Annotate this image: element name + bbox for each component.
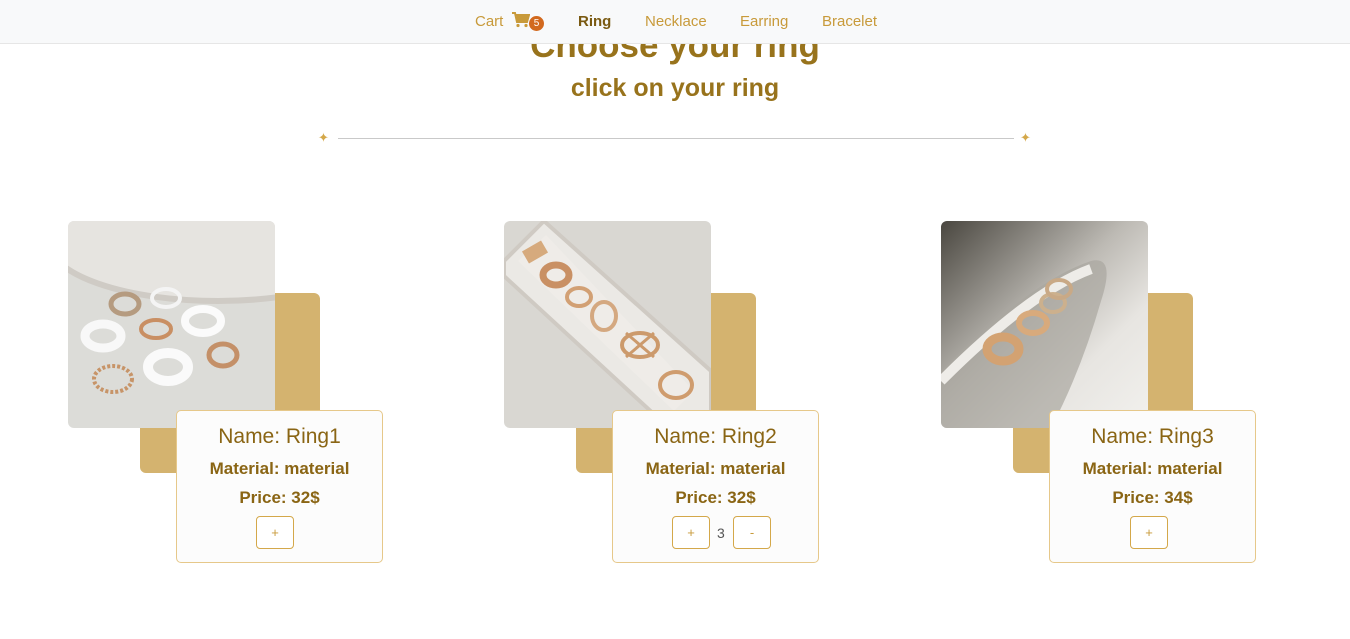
nav-link-ring[interactable]: Ring bbox=[578, 13, 611, 30]
sparkle-icon: ✦ bbox=[318, 130, 329, 145]
product-name: Name: Ring1 bbox=[218, 425, 341, 448]
product-info-box: Name: Ring2 Material: material Price: 32… bbox=[612, 410, 819, 563]
nav-link-necklace[interactable]: Necklace bbox=[645, 13, 707, 30]
product-material: Material: material bbox=[1082, 459, 1223, 478]
product-price: Price: 34$ bbox=[1112, 488, 1193, 507]
quantity-count: 3 bbox=[717, 525, 725, 541]
add-to-cart-button[interactable]: + bbox=[256, 516, 294, 549]
product-info-box: Name: Ring3 Material: material Price: 34… bbox=[1049, 410, 1256, 563]
product-material: Material: material bbox=[645, 459, 786, 478]
product-card-ring1: Name: Ring1 Material: material Price: 32… bbox=[68, 221, 388, 566]
section-divider bbox=[338, 138, 1014, 139]
nav-link-earring[interactable]: Earring bbox=[740, 13, 788, 30]
product-price: Price: 32$ bbox=[675, 488, 756, 507]
product-price: Price: 32$ bbox=[239, 488, 320, 507]
product-info-box: Name: Ring1 Material: material Price: 32… bbox=[176, 410, 383, 563]
page-subtitle: click on your ring bbox=[570, 74, 780, 102]
remove-from-cart-button[interactable]: - bbox=[733, 516, 771, 549]
product-card-ring2: Name: Ring2 Material: material Price: 32… bbox=[504, 221, 824, 566]
product-material: Material: material bbox=[209, 459, 350, 478]
product-name: Name: Ring2 bbox=[654, 425, 777, 448]
shopping-cart-icon[interactable] bbox=[512, 12, 530, 28]
ring3-image[interactable] bbox=[941, 221, 1148, 428]
top-navbar: Cart 5 Ring Necklace Earring Bracelet bbox=[0, 0, 1350, 44]
product-name: Name: Ring3 bbox=[1091, 425, 1214, 448]
ring2-image[interactable] bbox=[504, 221, 711, 428]
ring1-image[interactable] bbox=[68, 221, 275, 428]
sparkle-icon: ✦ bbox=[1020, 130, 1031, 145]
product-card-ring3: Name: Ring3 Material: material Price: 34… bbox=[941, 221, 1261, 566]
add-to-cart-button[interactable]: + bbox=[672, 516, 710, 549]
nav-link-bracelet[interactable]: Bracelet bbox=[822, 13, 877, 30]
cart-count-badge: 5 bbox=[529, 16, 544, 31]
add-to-cart-button[interactable]: + bbox=[1130, 516, 1168, 549]
nav-cart-link[interactable]: Cart bbox=[475, 13, 503, 30]
